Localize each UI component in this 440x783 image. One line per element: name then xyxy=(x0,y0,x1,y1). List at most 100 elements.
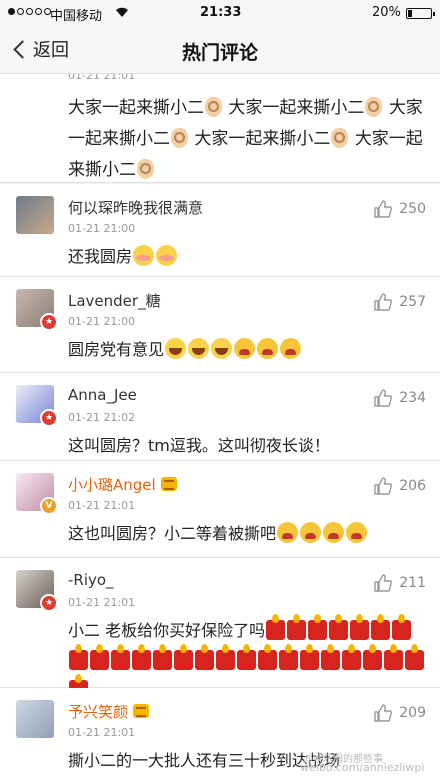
candle-icon xyxy=(132,644,151,670)
comment-author[interactable]: -Riyo_ xyxy=(68,571,114,589)
like-button[interactable]: 234 xyxy=(373,388,426,408)
candle-icon xyxy=(329,614,349,640)
comment-text: 大家一起来撕小二 大家一起来撕小二 大家一起来撕小二 大家一起来撕小二 大家一起… xyxy=(68,97,423,180)
thumbs-up-icon xyxy=(374,200,393,218)
verified-badge-icon: ★ xyxy=(40,594,58,612)
angry-face-icon xyxy=(300,522,322,543)
list-item: 01-21 21:01 大家一起来撕小二 大家一起来撕小二 大家一起来撕小二 大… xyxy=(0,74,440,183)
list-item[interactable]: V 小小璐Angel 01-21 21:01 这也叫圆房？小二等着被撕吧 206 xyxy=(0,461,440,558)
comment-text: 圆房党有意见 xyxy=(68,335,426,365)
comment-time: 01-21 21:01 xyxy=(68,499,136,512)
like-count: 250 xyxy=(399,201,426,217)
shy-face-icon xyxy=(156,245,178,266)
laughing-face-icon xyxy=(165,338,187,359)
battery-percent: 20% xyxy=(372,5,401,20)
candle-icon xyxy=(195,644,214,670)
candle-icon xyxy=(363,644,382,670)
candle-icon xyxy=(300,644,319,670)
like-button[interactable]: 211 xyxy=(373,573,426,593)
comment-author[interactable]: 何以琛昨晚我很满意 xyxy=(68,197,203,218)
avatar[interactable] xyxy=(16,700,54,738)
comment-time: 01-21 21:01 xyxy=(68,596,136,609)
candle-icon xyxy=(350,614,370,640)
candle-icon xyxy=(90,644,109,670)
thumbs-up-icon xyxy=(374,704,393,722)
comment-author[interactable]: 予兴笑颜 xyxy=(68,701,150,722)
comment-list[interactable]: 01-21 21:01 大家一起来撕小二 大家一起来撕小二 大家一起来撕小二 大… xyxy=(0,74,440,783)
laughing-face-icon xyxy=(211,338,233,359)
comment-text: 这也叫圆房？小二等着被撕吧 xyxy=(68,519,426,549)
like-count: 257 xyxy=(399,294,426,310)
comment-time: 01-21 21:01 xyxy=(68,726,136,739)
thumbs-up-icon xyxy=(374,477,393,495)
vip-crown-icon xyxy=(160,477,177,491)
ok-hand-icon xyxy=(171,128,188,148)
candle-icon xyxy=(342,644,361,670)
ok-hand-icon xyxy=(205,97,222,117)
comment-text: 还我圆房 xyxy=(68,242,426,272)
candle-icon xyxy=(371,614,391,640)
list-item[interactable]: ★ Lavender_糖 01-21 21:00 圆房党有意见 257 xyxy=(0,277,440,373)
page-title: 热门评论 xyxy=(181,42,258,64)
verified-badge-icon: ★ xyxy=(40,313,58,331)
list-item[interactable]: ★ -Riyo_ 01-21 21:01 小二 老板给你买好保险了吗 211 xyxy=(0,558,440,700)
like-button[interactable]: 250 xyxy=(373,199,426,219)
angry-face-icon xyxy=(234,338,256,359)
avatar[interactable] xyxy=(16,196,54,234)
comment-author[interactable]: 小小璐Angel xyxy=(68,474,177,495)
candle-icon xyxy=(153,644,172,670)
nav-bar: 返回 热门评论 xyxy=(0,26,440,74)
candle-icon xyxy=(216,644,235,670)
comment-time: 01-21 21:01 xyxy=(68,74,136,82)
candle-icon xyxy=(111,644,130,670)
clock: 21:33 xyxy=(200,5,242,20)
comment-time: 01-21 21:00 xyxy=(68,315,136,328)
angry-face-icon xyxy=(346,522,368,543)
candle-icon xyxy=(287,614,307,640)
carrier-label: 中国移动 xyxy=(50,9,103,24)
verified-badge-icon: ★ xyxy=(40,409,58,427)
angry-face-icon xyxy=(257,338,279,359)
ok-hand-icon xyxy=(331,128,349,148)
like-count: 209 xyxy=(399,705,426,721)
angry-face-icon xyxy=(277,522,299,543)
like-count: 234 xyxy=(399,390,426,406)
candle-icon xyxy=(405,644,424,670)
watermark: weibo.com/anniezliwpi xyxy=(300,761,425,774)
candle-icon xyxy=(308,614,328,640)
like-count: 211 xyxy=(399,575,426,591)
list-item[interactable]: ★ Anna_Jee 01-21 21:02 这叫圆房？tm逗我。这叫彻夜长谈！ 234 xyxy=(0,373,440,461)
comment-time: 01-21 21:02 xyxy=(68,411,136,424)
candle-icon xyxy=(321,644,340,670)
wifi-icon xyxy=(113,4,131,22)
battery-icon xyxy=(406,8,435,19)
candle-icon xyxy=(279,644,298,670)
comment-time: 01-21 21:00 xyxy=(68,222,136,235)
candle-icon xyxy=(392,614,412,640)
shy-face-icon xyxy=(133,245,155,266)
angry-face-icon xyxy=(323,522,345,543)
comment-author[interactable]: Lavender_糖 xyxy=(68,290,161,311)
vip-crown-icon xyxy=(133,704,150,718)
ok-hand-icon xyxy=(137,159,154,179)
comment-author[interactable]: Anna_Jee xyxy=(68,386,137,404)
candle-icon xyxy=(174,644,193,670)
candle-icon xyxy=(266,614,286,640)
like-button[interactable]: 206 xyxy=(373,476,426,496)
candle-icon xyxy=(384,644,403,670)
angry-face-icon xyxy=(280,338,302,359)
verified-badge-icon: V xyxy=(40,497,58,515)
list-item[interactable]: 何以琛昨晚我很满意 01-21 21:00 还我圆房 250 xyxy=(0,184,440,277)
thumbs-up-icon xyxy=(374,293,393,311)
candle-icon xyxy=(69,644,88,670)
like-button[interactable]: 209 xyxy=(373,703,426,723)
candle-icon xyxy=(237,644,256,670)
like-count: 206 xyxy=(399,478,426,494)
comment-text: 这叫圆房？tm逗我。这叫彻夜长谈！ xyxy=(68,436,330,455)
status-bar: 中国移动 21:33 20% xyxy=(0,0,440,26)
thumbs-up-icon xyxy=(374,574,393,592)
candle-icon xyxy=(258,644,277,670)
signal-icon xyxy=(8,8,51,15)
like-button[interactable]: 257 xyxy=(373,292,426,312)
thumbs-up-icon xyxy=(374,389,393,407)
